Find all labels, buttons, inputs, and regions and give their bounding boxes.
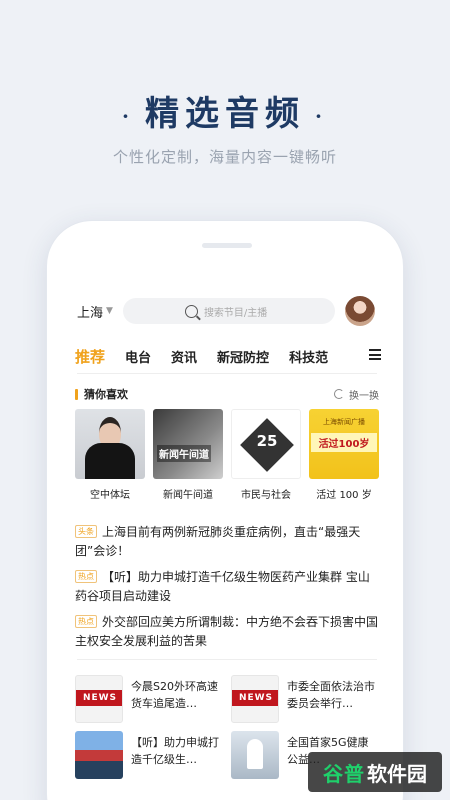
tab-tech[interactable]: 科技范 bbox=[289, 347, 328, 366]
refresh-icon bbox=[334, 389, 344, 399]
search-input[interactable]: 搜索节目/主播 bbox=[122, 298, 335, 324]
video-thumbnail bbox=[75, 731, 123, 779]
search-placeholder: 搜索节目/主播 bbox=[203, 307, 268, 319]
news-tag: 热点 bbox=[75, 615, 97, 628]
hero-title-text: 精选音频 bbox=[145, 94, 305, 134]
search-icon bbox=[184, 304, 198, 318]
thumb-text: NEWS bbox=[232, 690, 278, 706]
video-row: NEWS 今晨S20外环高速货车追尾造… NEWS 市委全面依法治市委员会举行… bbox=[75, 675, 379, 723]
video-title: 市委全面依法治市委员会举行… bbox=[287, 680, 375, 710]
video-item[interactable]: 【听】助力申城打造千亿级生… bbox=[75, 731, 223, 779]
guess-title-text: 猜你喜欢 bbox=[84, 388, 128, 401]
cover-text: 新闻午间道 bbox=[157, 445, 211, 462]
divider bbox=[77, 659, 377, 660]
phone-frame: 上海 ▼ 搜索节目/主播 推荐 电台 资讯 新冠防控 科技范 猜你喜欢 换一换 … bbox=[46, 220, 404, 800]
section-accent-bar bbox=[75, 388, 78, 400]
news-line: 头条 上海目前有两例新冠肺炎重症病例，直击“最强天团”会诊！ bbox=[75, 523, 379, 561]
video-thumbnail: NEWS bbox=[75, 675, 123, 723]
cover-text: 活过100岁 bbox=[311, 433, 377, 452]
news-item[interactable]: 头条 上海目前有两例新冠肺炎重症病例，直击“最强天团”会诊！ bbox=[75, 523, 379, 561]
program-cover: 25 bbox=[231, 409, 301, 479]
program-card[interactable]: 新闻午间道 新闻午间道 bbox=[153, 409, 223, 501]
news-item[interactable]: 热点 外交部回应美方所谓制裁：中方绝不会吞下损害中国主权安全发展利益的苦果 bbox=[75, 613, 379, 651]
program-name: 新闻午间道 bbox=[163, 490, 213, 501]
program-card[interactable]: 上海新闻广播 活过100岁 活过 100 岁 bbox=[309, 409, 379, 501]
video-title: 【听】助力申城打造千亿级生… bbox=[131, 736, 219, 766]
refresh-button[interactable]: 换一换 bbox=[334, 387, 379, 402]
program-cover: 上海新闻广播 活过100岁 bbox=[309, 409, 379, 479]
avatar[interactable] bbox=[344, 296, 375, 326]
chevron-down-icon: ▼ bbox=[106, 306, 113, 316]
title-dot-left: · bbox=[122, 104, 135, 128]
cover-text: 25 bbox=[256, 432, 278, 450]
section-title: 猜你喜欢 bbox=[75, 386, 128, 402]
news-line: 热点 【听】助力申城打造千亿级生物医药产业集群 宝山药谷项目启动建设 bbox=[75, 568, 379, 606]
program-name: 活过 100 岁 bbox=[316, 490, 372, 501]
category-tabs: 推荐 电台 资讯 新冠防控 科技范 bbox=[75, 343, 381, 369]
program-card[interactable]: 空中体坛 bbox=[75, 409, 145, 501]
program-card[interactable]: 25 市民与社会 bbox=[231, 409, 301, 501]
menu-icon[interactable] bbox=[369, 349, 381, 360]
search-row: 上海 ▼ 搜索节目/主播 bbox=[77, 296, 381, 326]
city-selector[interactable]: 上海 ▼ bbox=[77, 302, 113, 321]
news-tag: 热点 bbox=[75, 570, 97, 583]
thumb-text: NEWS bbox=[76, 690, 122, 706]
host-photo bbox=[75, 409, 145, 479]
tab-recommend[interactable]: 推荐 bbox=[75, 346, 105, 367]
video-thumbnail bbox=[231, 731, 279, 779]
watermark-brand: 谷普 bbox=[323, 761, 365, 786]
cover-station: 上海新闻广播 bbox=[323, 418, 365, 426]
title-dot-right: · bbox=[315, 104, 328, 128]
program-name: 市民与社会 bbox=[241, 490, 291, 501]
tab-radio[interactable]: 电台 bbox=[125, 347, 151, 366]
recommend-cards: 空中体坛 新闻午间道 新闻午间道 25 市民与社会 上海新闻广播 活过100岁 … bbox=[75, 409, 379, 501]
hero-title: · 精选音频 · bbox=[0, 86, 450, 135]
refresh-label: 换一换 bbox=[349, 390, 379, 402]
video-item[interactable]: NEWS 今晨S20外环高速货车追尾造… bbox=[75, 675, 223, 723]
tab-news[interactable]: 资讯 bbox=[171, 347, 197, 366]
program-name: 空中体坛 bbox=[90, 490, 130, 501]
watermark-logo: 谷普 软件园 bbox=[308, 752, 442, 792]
news-tag: 头条 bbox=[75, 525, 97, 538]
phone-speaker bbox=[202, 243, 252, 248]
news-text: 上海目前有两例新冠肺炎重症病例，直击“最强天团”会诊！ bbox=[75, 525, 361, 558]
tab-covid[interactable]: 新冠防控 bbox=[217, 347, 269, 366]
video-item[interactable]: NEWS 市委全面依法治市委员会举行… bbox=[231, 675, 379, 723]
news-line: 热点 外交部回应美方所谓制裁：中方绝不会吞下损害中国主权安全发展利益的苦果 bbox=[75, 613, 379, 651]
video-thumbnail: NEWS bbox=[231, 675, 279, 723]
city-label: 上海 bbox=[77, 305, 104, 321]
hero-subtitle: 个性化定制，海量内容一键畅听 bbox=[112, 148, 337, 166]
program-cover: 新闻午间道 bbox=[153, 409, 223, 479]
video-title: 今晨S20外环高速货车追尾造… bbox=[131, 680, 218, 710]
news-text: 外交部回应美方所谓制裁：中方绝不会吞下损害中国主权安全发展利益的苦果 bbox=[75, 615, 379, 648]
guess-header: 猜你喜欢 换一换 bbox=[75, 386, 379, 402]
news-text: 【听】助力申城打造千亿级生物医药产业集群 宝山药谷项目启动建设 bbox=[75, 570, 370, 603]
news-item[interactable]: 热点 【听】助力申城打造千亿级生物医药产业集群 宝山药谷项目启动建设 bbox=[75, 568, 379, 606]
watermark-text: 软件园 bbox=[367, 761, 427, 786]
divider bbox=[77, 373, 377, 374]
